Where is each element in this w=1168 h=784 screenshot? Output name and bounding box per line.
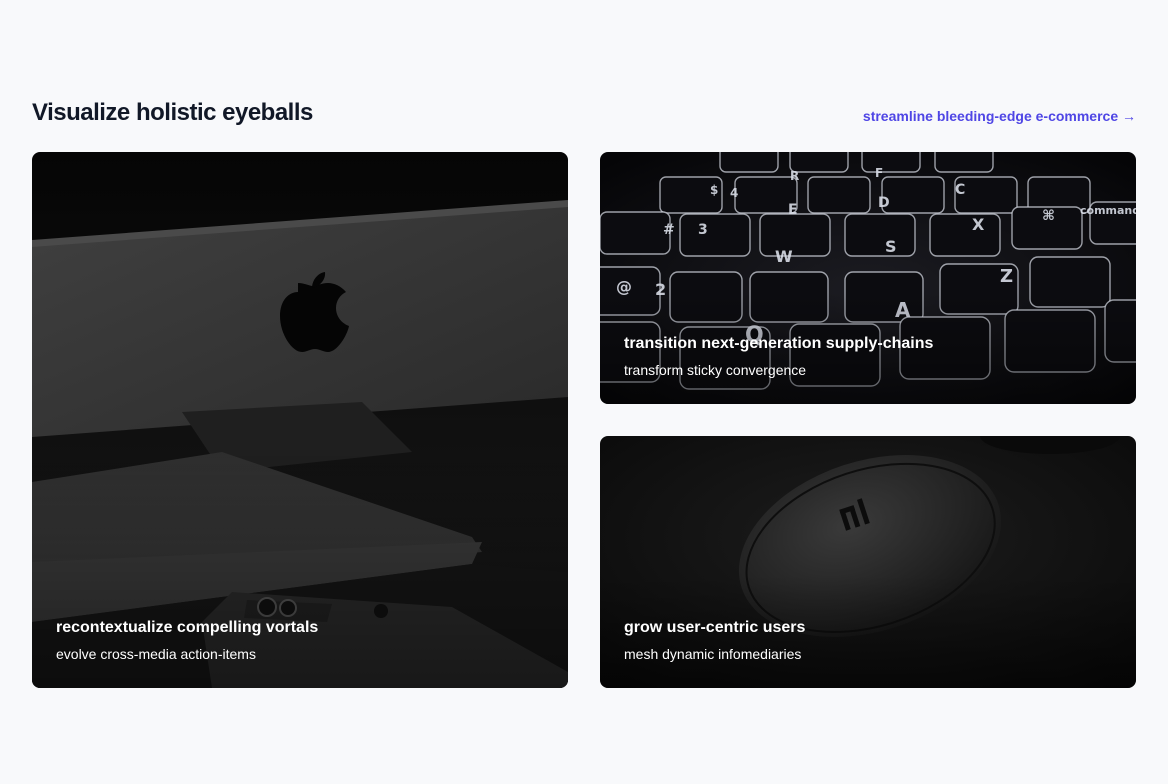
card-title: grow user-centric users: [624, 619, 806, 636]
see-all-link[interactable]: streamline bleeding-edge e-commerce →: [863, 108, 1136, 124]
card-subtitle: mesh dynamic infomediaries: [624, 646, 802, 662]
section-header: Visualize holistic eyeballs streamline b…: [32, 96, 1136, 130]
card-subtitle: transform sticky convergence: [624, 362, 807, 378]
card-overlay: [32, 152, 568, 688]
card-title: recontextualize compelling vortals: [56, 619, 319, 636]
card-title: transition next-generation supply-chains: [624, 335, 934, 352]
card-caption: recontextualize compelling vortals evolv…: [56, 618, 318, 664]
category-card-bottom[interactable]: grow user-centric users mesh dynamic inf…: [600, 436, 1136, 688]
card-caption: grow user-centric users mesh dynamic inf…: [624, 618, 805, 664]
category-card-large[interactable]: recontextualize compelling vortals evolv…: [32, 152, 568, 688]
section-title: Visualize holistic eyeballs: [32, 99, 313, 126]
card-caption: transition next-generation supply-chains…: [624, 334, 933, 380]
category-card-top[interactable]: @ 2 Q W A S Z X # 3 E D F C $ 4 R: [600, 152, 1136, 404]
card-subtitle: evolve cross-media action-items: [56, 646, 256, 662]
card-grid: recontextualize compelling vortals evolv…: [32, 152, 1136, 688]
category-section: Visualize holistic eyeballs streamline b…: [32, 96, 1136, 688]
